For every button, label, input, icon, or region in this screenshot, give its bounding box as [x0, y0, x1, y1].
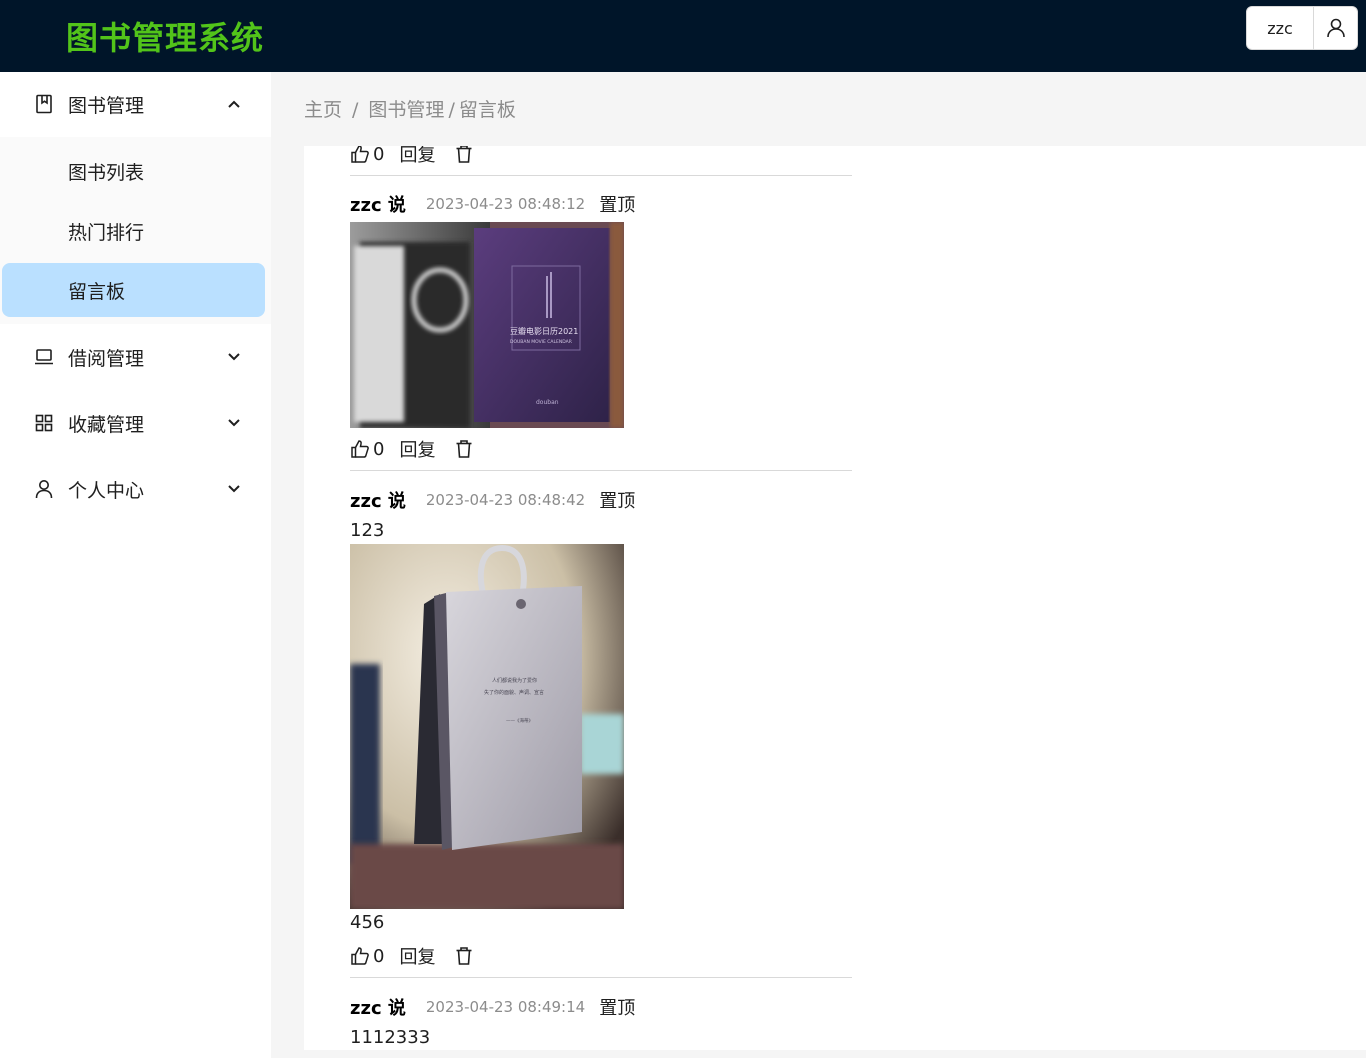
- main-area: 主页 / 图书管理 / 留言板 0 回复 zzc 说 2023-04-23 08…: [271, 72, 1366, 1058]
- reply-button[interactable]: 回复: [399, 436, 435, 462]
- thumbs-up-icon: [351, 947, 369, 965]
- menu-label: 借阅管理: [68, 347, 145, 370]
- grid-icon: [34, 413, 54, 433]
- svg-text:——《海蒂》: ——《海蒂》: [506, 717, 533, 724]
- chevron-down-icon: [226, 481, 242, 497]
- menu-label: 个人中心: [68, 479, 145, 502]
- like-button[interactable]: 0: [350, 146, 384, 165]
- message-time: 2023-04-23 08:48:12: [425, 195, 586, 213]
- message-text: 1112333: [350, 1027, 431, 1048]
- svg-text:douban: douban: [536, 399, 559, 406]
- chevron-up-icon: [226, 96, 242, 112]
- message-image[interactable]: 豆瓣电影日历2021 DOUBAN MOVIE CALENDAR douban: [350, 222, 624, 428]
- breadcrumb-section: 图书管理: [368, 99, 445, 121]
- like-button[interactable]: 0: [350, 946, 384, 967]
- sidebar-item-book-list[interactable]: 图书列表: [2, 144, 265, 198]
- message-header: zzc 说 2023-04-23 08:48:12 置顶: [350, 191, 635, 217]
- thumbs-up-icon: [351, 146, 369, 163]
- svg-text:人们都说我为了爱你: 人们都说我为了爱你: [492, 677, 537, 684]
- breadcrumb-separator: /: [352, 99, 359, 121]
- delete-button[interactable]: [455, 946, 473, 966]
- message-author: zzc 说: [350, 998, 406, 1019]
- menu-favorites-management[interactable]: 收藏管理: [0, 391, 271, 455]
- menu-borrow-management[interactable]: 借阅管理: [0, 325, 271, 389]
- chevron-down-icon: [226, 349, 242, 365]
- thumbs-up-icon: [351, 440, 369, 458]
- menu-label: 收藏管理: [68, 413, 145, 436]
- svg-text:豆瓣电影日历2021: 豆瓣电影日历2021: [510, 326, 578, 336]
- svg-text:DOUBAN MOVIE CALENDAR: DOUBAN MOVIE CALENDAR: [510, 339, 572, 345]
- app-title: 图书管理系统: [66, 19, 265, 57]
- message-text: 123: [350, 520, 385, 541]
- trash-icon: [456, 947, 472, 965]
- message-time: 2023-04-23 08:48:42: [425, 491, 586, 509]
- like-count: 0: [373, 945, 385, 967]
- like-count: 0: [373, 146, 385, 165]
- breadcrumb-page: 留言板: [458, 99, 516, 121]
- breadcrumb-separator: /: [448, 99, 455, 121]
- menu-label: 图书管理: [68, 94, 145, 117]
- divider: [350, 470, 852, 471]
- trash-icon: [456, 440, 472, 458]
- laptop-icon: [34, 347, 54, 367]
- message-actions: 0 回复: [350, 437, 473, 461]
- pin-button[interactable]: 置顶: [599, 191, 635, 217]
- sidebar: 图书管理 图书列表 热门排行 留言板 借阅管理 收藏管理 个人中心: [0, 72, 271, 1058]
- divider: [350, 977, 852, 978]
- book-icon: [34, 94, 54, 114]
- message-actions: 0 回复: [350, 944, 473, 968]
- svg-text:失了你的面貌、声调、宣言: 失了你的面貌、声调、宣言: [484, 689, 544, 696]
- user-menu[interactable]: zzc: [1246, 6, 1358, 50]
- purple-calendar-box-photo: 豆瓣电影日历2021 DOUBAN MOVIE CALENDAR douban: [350, 222, 624, 428]
- message-author: zzc 说: [350, 195, 406, 216]
- white-desk-calendar-photo: 人们都说我为了爱你 失了你的面貌、声调、宣言 ——《海蒂》: [350, 544, 624, 909]
- message-image[interactable]: 人们都说我为了爱你 失了你的面貌、声调、宣言 ——《海蒂》: [350, 544, 624, 909]
- delete-button[interactable]: [455, 146, 473, 164]
- username-label[interactable]: zzc: [1247, 7, 1314, 49]
- message-text: 456: [350, 912, 385, 933]
- chevron-down-icon: [226, 415, 242, 431]
- pin-button[interactable]: 置顶: [599, 994, 635, 1020]
- message-board: 0 回复 zzc 说 2023-04-23 08:48:12 置顶 豆瓣电影日历…: [304, 146, 1366, 1050]
- message-header: zzc 说 2023-04-23 08:49:14 置顶: [350, 994, 635, 1020]
- menu-personal-center[interactable]: 个人中心: [0, 457, 271, 521]
- message-time: 2023-04-23 08:49:14: [425, 998, 586, 1016]
- breadcrumb-home[interactable]: 主页: [304, 96, 342, 124]
- trash-icon: [456, 146, 472, 163]
- breadcrumb: 主页 / 图书管理 / 留言板: [304, 96, 516, 124]
- message-actions: 0 回复: [350, 146, 473, 166]
- message-author: zzc 说: [350, 491, 406, 512]
- like-button[interactable]: 0: [350, 439, 384, 460]
- sidebar-item-message-board[interactable]: 留言板: [2, 263, 265, 317]
- message-header: zzc 说 2023-04-23 08:48:42 置顶: [350, 487, 635, 513]
- reply-button[interactable]: 回复: [399, 146, 435, 167]
- sidebar-item-label: 图书列表: [68, 161, 145, 184]
- divider: [350, 175, 852, 176]
- sidebar-item-label: 留言板: [68, 280, 126, 303]
- like-count: 0: [373, 438, 385, 460]
- sidebar-item-hot-ranking[interactable]: 热门排行: [2, 204, 265, 258]
- pin-button[interactable]: 置顶: [599, 487, 635, 513]
- delete-button[interactable]: [455, 439, 473, 459]
- reply-button[interactable]: 回复: [399, 943, 435, 969]
- user-icon: [34, 479, 54, 499]
- top-header: 图书管理系统 zzc: [0, 0, 1366, 72]
- user-avatar-icon[interactable]: [1314, 7, 1357, 49]
- menu-book-management[interactable]: 图书管理: [0, 72, 271, 136]
- sidebar-item-label: 热门排行: [68, 221, 145, 244]
